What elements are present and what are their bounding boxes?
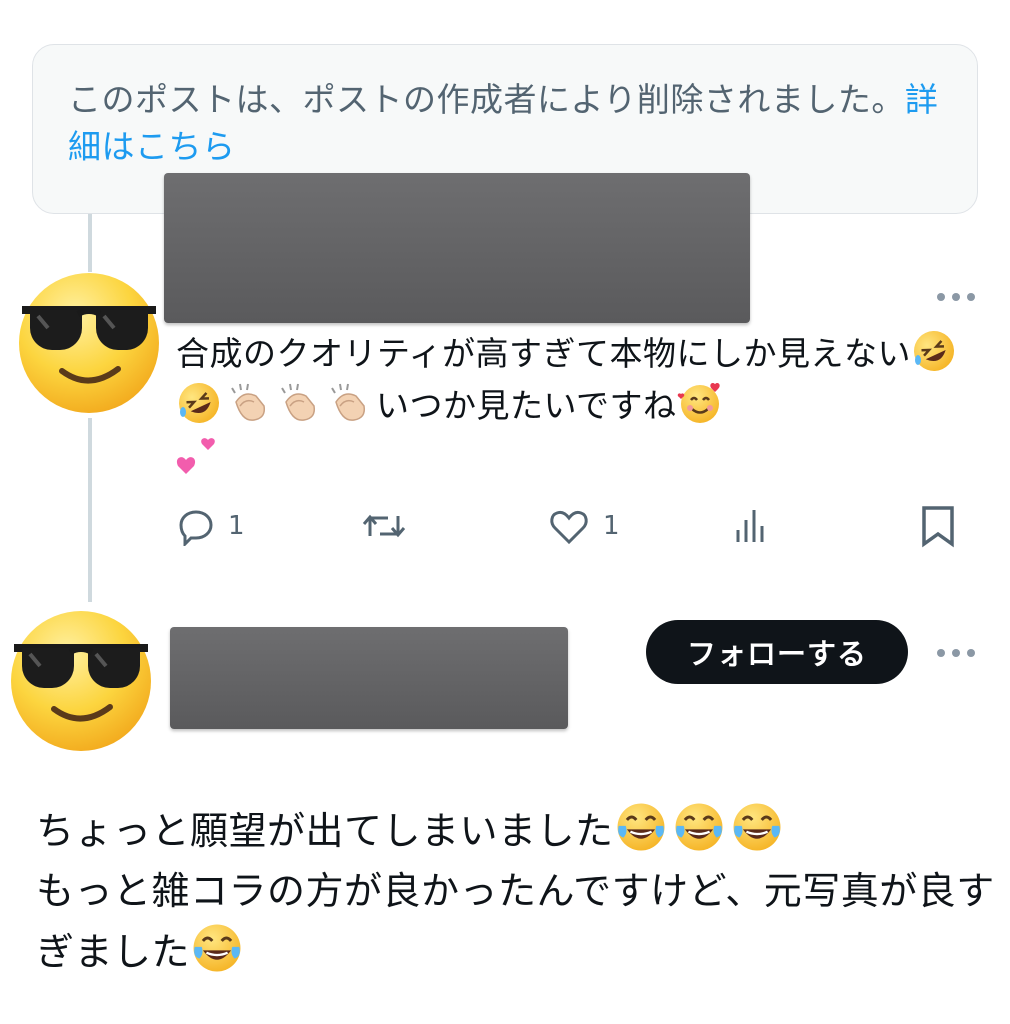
smiling-face-with-hearts-emoji-icon	[677, 380, 723, 426]
redacted-username-post	[170, 627, 568, 729]
bookmark-action-button[interactable]	[918, 504, 958, 548]
like-action-button[interactable]: 1	[547, 504, 620, 548]
thread-line-bottom	[88, 418, 92, 602]
tears-of-joy-emoji-icon	[190, 921, 244, 975]
clapping-hands-emoji-icon	[226, 380, 272, 426]
repost-action-button[interactable]	[360, 504, 420, 548]
like-count: 1	[603, 511, 620, 541]
follow-button[interactable]: フォローする	[646, 620, 908, 684]
repost-icon	[362, 514, 406, 538]
tears-of-joy-emoji-icon	[730, 800, 784, 854]
reply-text-part1: 合成のクオリティが高すぎて本物にしか見えない	[176, 334, 912, 373]
post-avatar[interactable]	[8, 606, 154, 752]
tears-of-joy-emoji-icon	[672, 800, 726, 854]
views-action-button[interactable]	[732, 504, 772, 548]
clapping-hands-emoji-icon	[276, 380, 322, 426]
deleted-notice-message: このポストは、ポストの作成者により削除されました。	[68, 80, 905, 119]
analytics-icon	[736, 510, 764, 542]
reply-avatar[interactable]	[16, 268, 162, 414]
reply-text: 合成のクオリティが高すぎて本物にしか見えないいつか見たいですね	[176, 328, 966, 484]
more-options-icon[interactable]	[934, 646, 978, 660]
thread-line-top	[88, 214, 92, 272]
reply-count: 1	[228, 511, 245, 541]
more-options-icon[interactable]	[934, 290, 978, 304]
clapping-hands-emoji-icon	[326, 380, 372, 426]
rofl-emoji-icon	[176, 380, 222, 426]
reply-text-part2: いつか見たいですね	[376, 386, 677, 425]
post-text: ちょっと願望が出てしまいましたもっと雑コラの方が良かったんですけど、元写真が良す…	[36, 800, 996, 982]
post-text-line1: ちょっと願望が出てしまいました	[36, 809, 614, 853]
bookmark-icon	[922, 506, 954, 548]
heart-icon	[550, 510, 588, 545]
reply-action-button[interactable]: 1	[176, 504, 245, 548]
redacted-username-reply	[164, 173, 750, 323]
deleted-notice-text: このポストは、ポストの作成者により削除されました。詳細はこちら	[68, 76, 948, 170]
post-text-line2: もっと雑コラの方が良かったんですけど、元写真が良すぎました	[36, 869, 995, 974]
sunglasses-face-icon	[11, 611, 151, 751]
tears-of-joy-emoji-icon	[614, 800, 668, 854]
rofl-emoji-icon	[911, 328, 957, 374]
sunglasses-face-icon	[19, 273, 159, 413]
comment-icon	[179, 510, 213, 546]
two-hearts-emoji-icon	[176, 432, 222, 478]
